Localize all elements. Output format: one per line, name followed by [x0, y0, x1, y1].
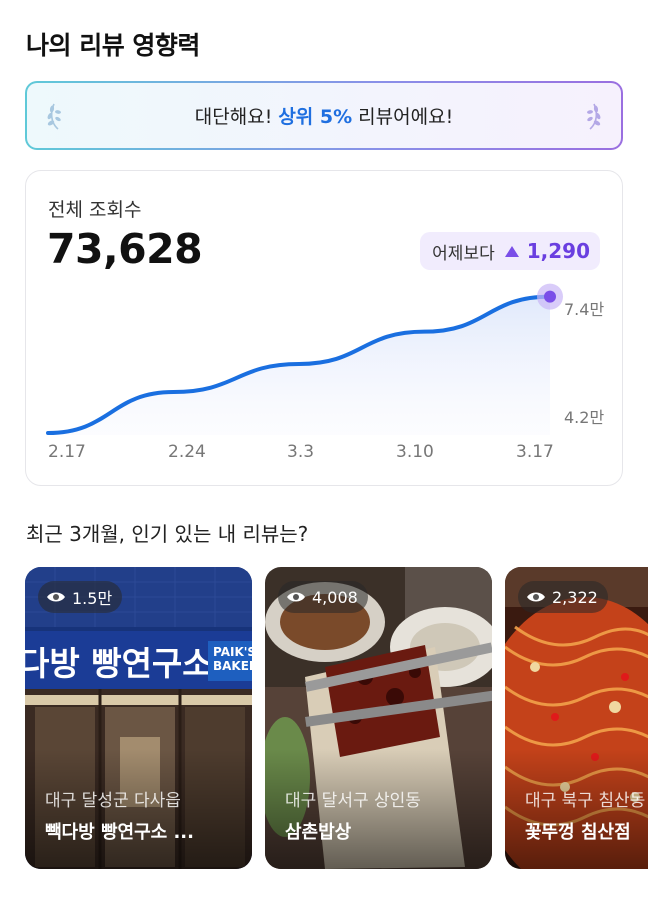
x-tick-label: 2.17 — [48, 442, 86, 462]
review-place-name: 꽃뚜껑 침산점 — [525, 822, 631, 843]
total-views-card: 전체 조회수 73,628 어제보다 1,290 7.4만 4.2만 2.17 … — [25, 170, 623, 486]
views-chart — [46, 283, 563, 435]
x-tick-label: 3.10 — [396, 442, 434, 462]
review-location: 대구 달서구 상인동 — [285, 791, 421, 811]
review-card[interactable]: 4,008 대구 달서구 상인동 삼촌밥상 — [265, 567, 492, 869]
review-location: 대구 북구 침산동 — [525, 791, 646, 811]
review-place-name: 삼촌밥상 — [285, 822, 352, 843]
banner-highlight: 상위 5% — [278, 106, 353, 128]
eye-icon — [287, 592, 305, 602]
x-tick-label: 3.17 — [516, 442, 554, 462]
eye-icon — [527, 592, 545, 602]
y-tick-label-bottom: 4.2만 — [564, 408, 605, 427]
views-badge: 2,322 — [518, 581, 608, 613]
store-sign-text: 다방 빵연구소 — [25, 644, 213, 683]
review-place-name: 빽다방 빵연구소 ... — [45, 822, 194, 843]
popular-reviews-title: 최근 3개월, 인기 있는 내 리뷰는? — [26, 522, 309, 546]
y-tick-label-top: 7.4만 — [564, 300, 605, 319]
page-title: 나의 리뷰 영향력 — [26, 31, 200, 60]
x-tick-label: 3.3 — [287, 442, 315, 462]
store-sign-brand: PAIK'S BAKER — [208, 641, 252, 681]
views-count: 4,008 — [312, 587, 358, 607]
eye-icon — [47, 592, 65, 602]
views-badge: 4,008 — [278, 581, 368, 613]
laurel-left-icon — [47, 103, 61, 130]
views-badge: 1.5만 — [38, 581, 123, 613]
views-count: 2,322 — [552, 587, 598, 607]
banner-prefix: 대단해요! — [194, 106, 273, 128]
review-card[interactable]: 2,322 대구 북구 침산동 꽃뚜껑 침산점 — [505, 567, 648, 869]
review-location: 대구 달성군 다사읍 — [45, 791, 181, 811]
banner-suffix: 리뷰어에요! — [358, 106, 454, 128]
laurel-right-icon — [587, 103, 601, 130]
review-card[interactable]: 다방 빵연구소 PAIK'S BAKER 1.5만 대구 달성군 다사읍 빽다방… — [25, 567, 252, 869]
rank-banner: 대단해요! 상위 5% 리뷰어에요! — [25, 81, 623, 150]
views-count: 1.5만 — [72, 589, 113, 608]
endpoint-dot — [544, 290, 556, 303]
store-sign: 다방 빵연구소 PAIK'S BAKER — [25, 631, 252, 689]
x-tick-label: 2.24 — [168, 442, 206, 462]
